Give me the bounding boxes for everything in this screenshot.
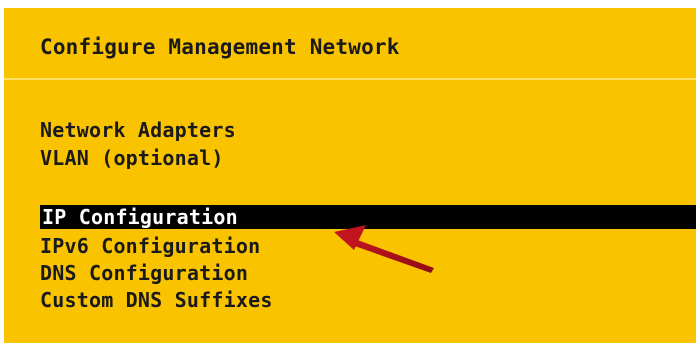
menu-item-ipv6-configuration[interactable]: IPv6 Configuration: [40, 234, 260, 258]
menu-item-dns-configuration[interactable]: DNS Configuration: [40, 261, 248, 285]
page-title: Configure Management Network: [40, 35, 400, 59]
red-arrow-icon: [334, 225, 434, 273]
menu-item-vlan[interactable]: VLAN (optional): [40, 146, 224, 170]
title-bar: Configure Management Network: [4, 8, 696, 80]
menu-item-network-adapters[interactable]: Network Adapters: [40, 118, 236, 142]
configure-management-network-panel: Configure Management Network Network Ada…: [4, 8, 696, 343]
menu-item-custom-dns-suffixes[interactable]: Custom DNS Suffixes: [40, 288, 273, 312]
